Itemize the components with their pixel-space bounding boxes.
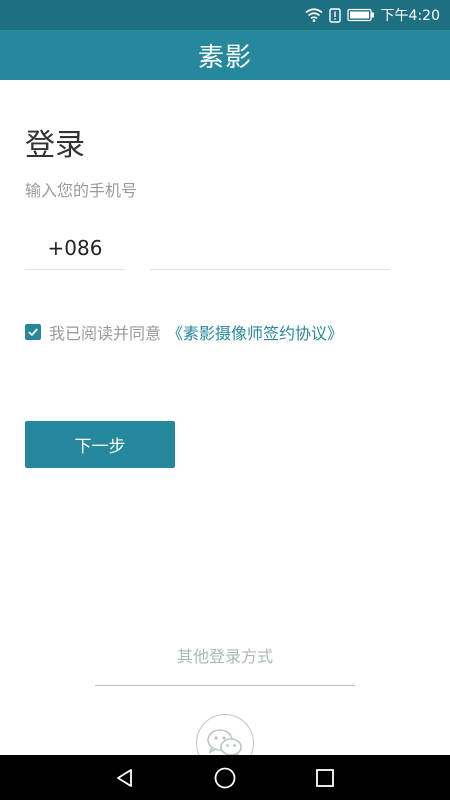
page-title: 登录 bbox=[25, 128, 85, 163]
country-code-selector[interactable]: +086 bbox=[25, 226, 125, 270]
app-title: 素影 bbox=[197, 42, 252, 73]
back-button[interactable] bbox=[95, 755, 155, 800]
wifi-icon bbox=[305, 8, 323, 22]
other-login-label: 其他登录方式 bbox=[176, 647, 273, 666]
app-bar: 素影 bbox=[0, 30, 450, 80]
status-bar: 下午4:20 bbox=[0, 0, 450, 30]
agreement-row: 我已阅读并同意 《素影摄像师签约协议》 bbox=[25, 320, 343, 344]
home-button[interactable] bbox=[195, 755, 255, 800]
status-time: 下午4:20 bbox=[380, 8, 440, 24]
agreement-text: 我已阅读并同意 bbox=[49, 324, 162, 343]
home-icon bbox=[214, 767, 236, 788]
phone-number-input[interactable] bbox=[150, 226, 390, 270]
agreement-link[interactable]: 《素影摄像师签约协议》 bbox=[167, 320, 343, 344]
checkmark-icon bbox=[28, 328, 38, 337]
login-screen: 下午4:20 素影 登录 输入您的手机号 +086 我已阅读并同意 《素影摄像师… bbox=[0, 0, 450, 800]
recents-icon bbox=[316, 768, 334, 787]
back-icon bbox=[117, 768, 132, 787]
phone-hint-label: 输入您的手机号 bbox=[25, 181, 138, 200]
divider bbox=[95, 685, 355, 686]
battery-icon bbox=[346, 8, 375, 22]
wechat-icon bbox=[207, 729, 242, 758]
navigation-bar bbox=[0, 755, 450, 800]
next-button[interactable]: 下一步 bbox=[25, 421, 175, 468]
notification-icon bbox=[328, 7, 341, 23]
recents-button[interactable] bbox=[295, 755, 355, 800]
agreement-checkbox[interactable] bbox=[25, 324, 41, 340]
